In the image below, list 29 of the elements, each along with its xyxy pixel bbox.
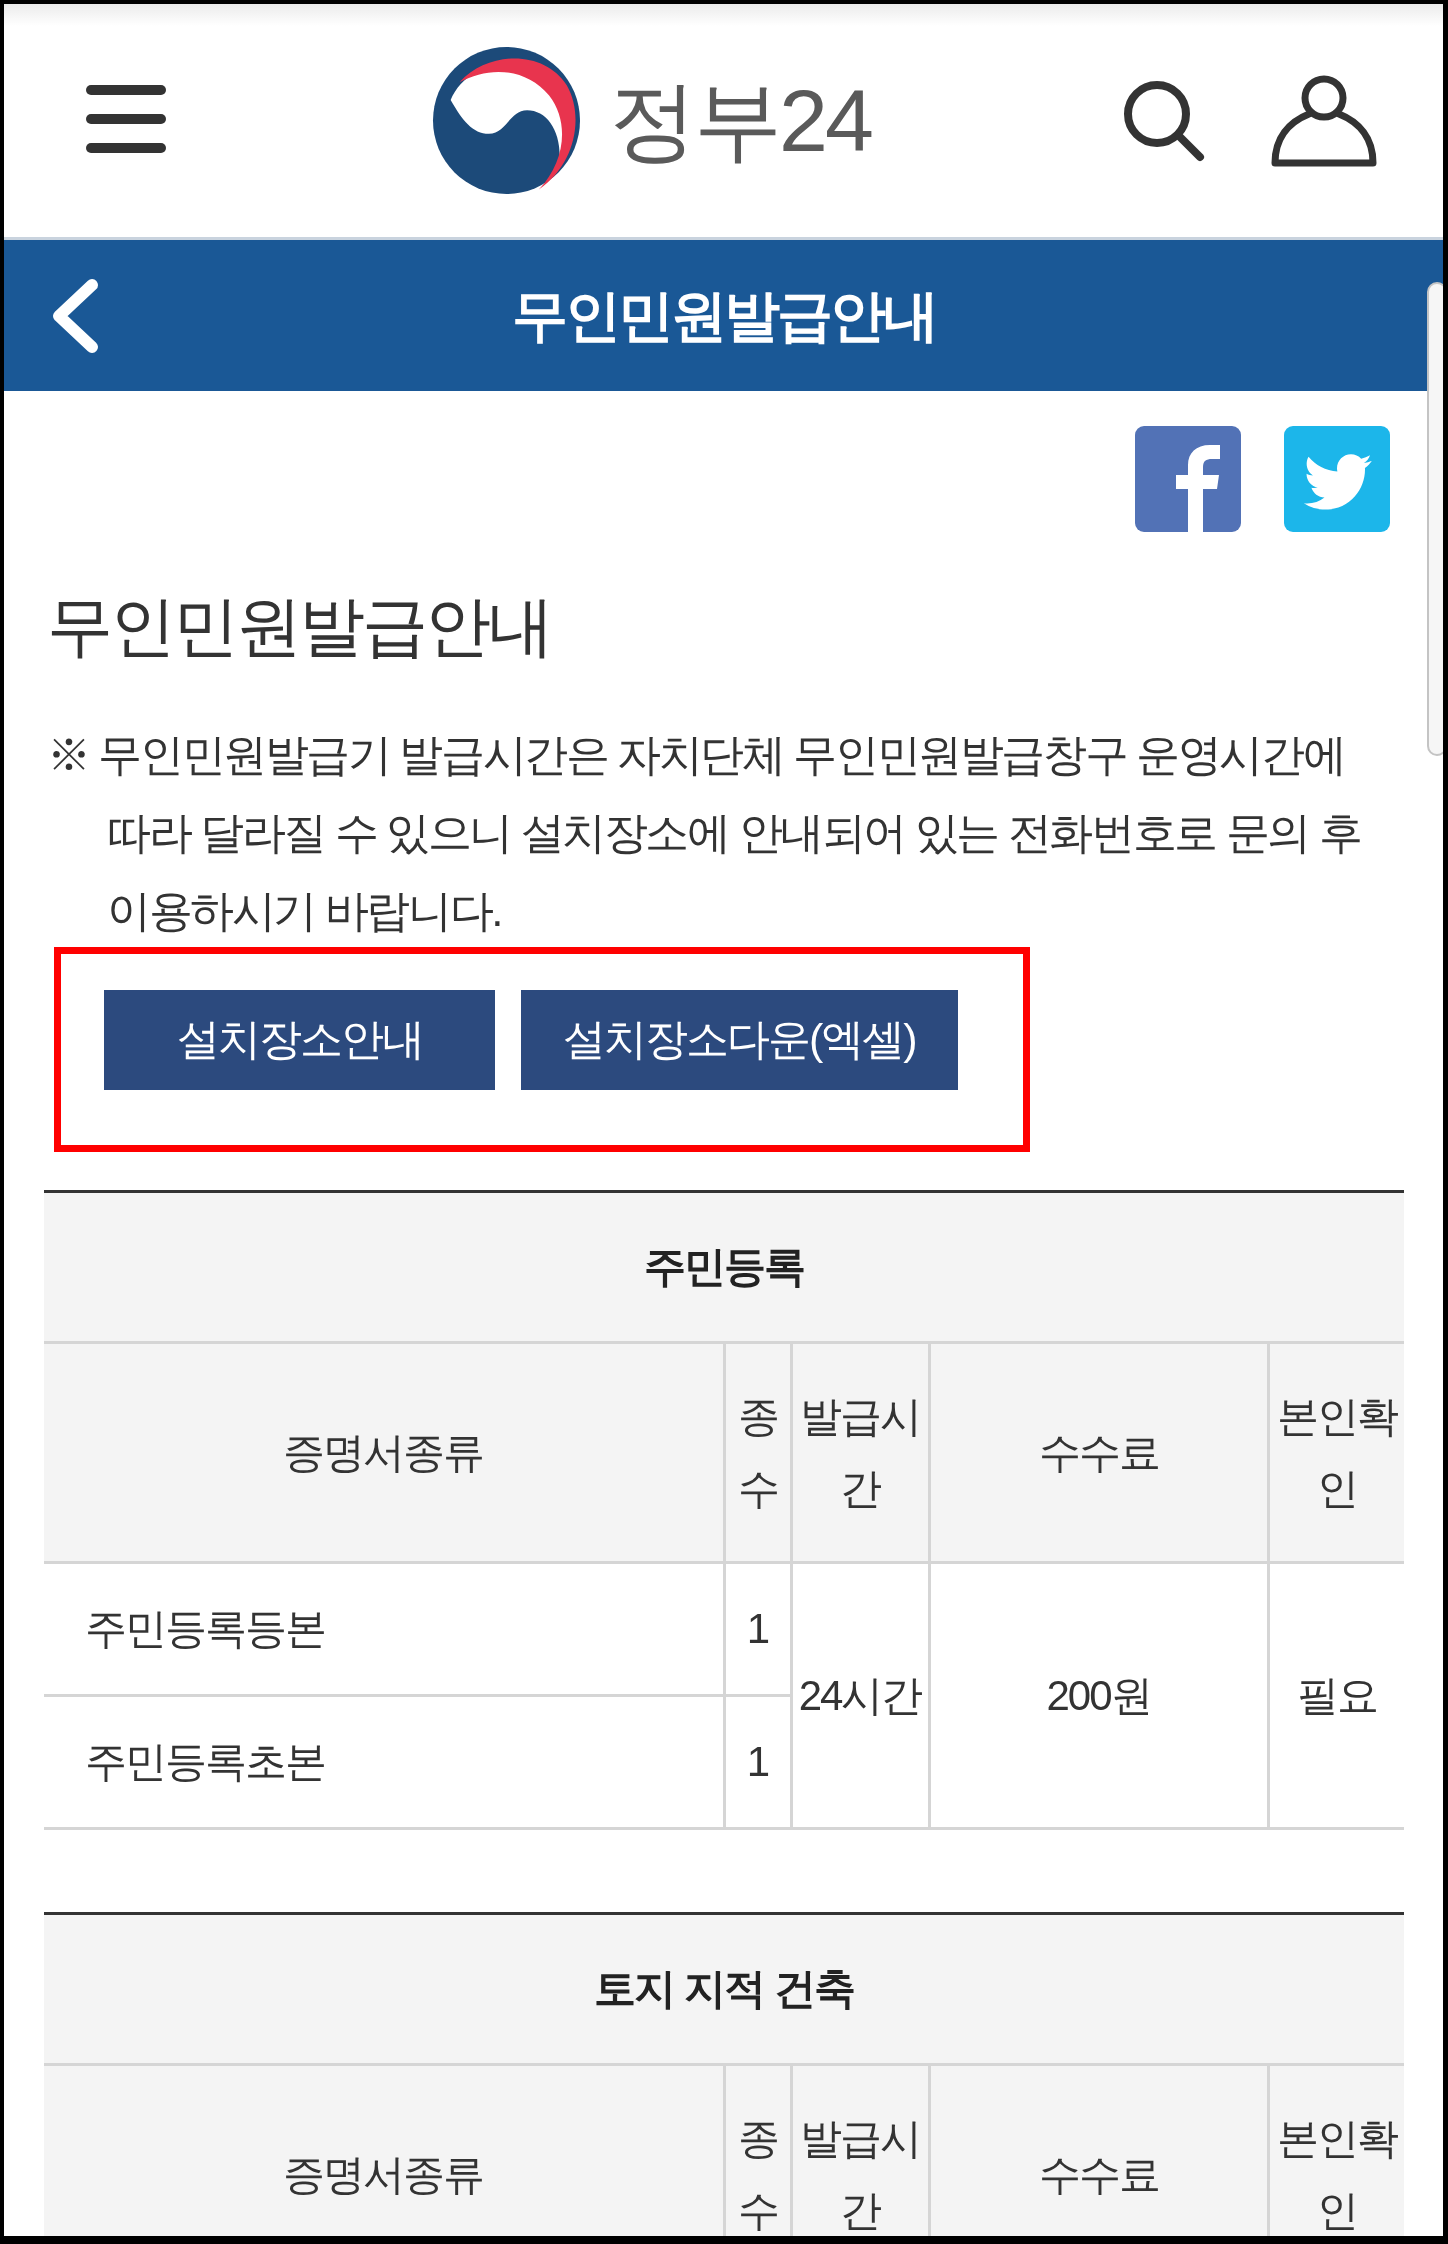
page-title: 무인민원발급안내 [511,282,936,349]
column-header: 종수 [724,2064,791,2236]
table-caption: 토지 지적 건축 [44,1913,1405,2065]
table-caption: 주민등록 [44,1191,1404,1343]
column-header: 수수료 [929,2064,1268,2236]
column-header: 증명서종류 [44,1342,724,1563]
notice-text: ※ 무인민원발급기 발급시간은 자치단체 무인민원발급창구 운영시간에 따라 달라질 수 있으니 설치장소에 안내되어 있는 전화번호로 문의 후 이용하시기 바랍니다. [47,729,1362,938]
menu-icon[interactable] [86,83,166,154]
back-icon[interactable] [50,277,100,354]
column-header: 본인확인 [1268,2064,1405,2236]
facebook-icon[interactable] [1135,426,1241,532]
table-cell: 주민등록등본 [44,1562,724,1696]
section-heading: 무인민원발급안내 [47,588,552,665]
column-header: 증명서종류 [44,2064,724,2236]
table-cell: 주민등록초본 [44,1695,724,1829]
action-button[interactable]: 설치장소안내 [104,990,495,1091]
action-button[interactable]: 설치장소다운(엑셀) [521,990,958,1091]
column-header: 발급시간 [791,2064,929,2236]
logo-text[interactable]: 정부24 [609,76,871,165]
table-cell: 200원 [929,1562,1268,1829]
search-icon[interactable] [1123,79,1205,162]
table-cell: 24시간 [791,1562,929,1829]
column-header: 발급시간 [791,1342,929,1563]
column-header: 종수 [724,1342,791,1563]
table-cell: 1 [724,1562,791,1696]
user-icon[interactable] [1271,74,1377,167]
emblem-logo-icon[interactable] [432,47,581,194]
column-header: 본인확인 [1268,1342,1404,1563]
column-header: 수수료 [929,1342,1268,1563]
